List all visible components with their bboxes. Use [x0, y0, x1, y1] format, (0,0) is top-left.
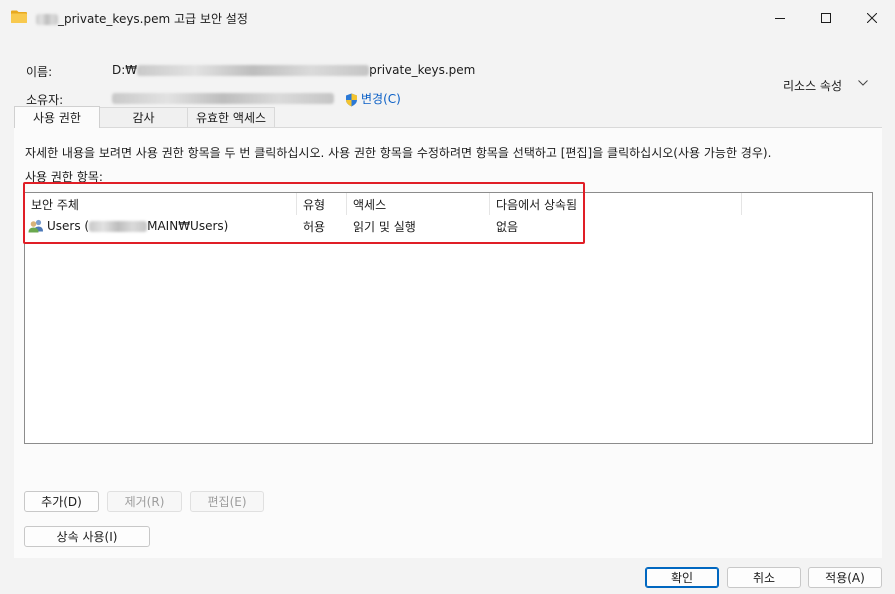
add-button[interactable]: 추가(D) [24, 491, 99, 512]
cancel-button[interactable]: 취소 [727, 567, 801, 588]
change-owner-link[interactable]: 변경(C) [345, 90, 401, 107]
window-title: _private_keys.pem 고급 보안 설정 [36, 10, 248, 27]
minimize-icon [775, 18, 785, 19]
maximize-icon [821, 13, 831, 23]
owner-value [112, 91, 334, 105]
close-icon [867, 13, 877, 23]
redacted-filename [36, 14, 58, 25]
edit-button[interactable]: 편집(E) [190, 491, 264, 512]
name-value: D:₩ private_keys.pem [112, 63, 476, 77]
tab-effective-access[interactable]: 유효한 액세스 [187, 107, 275, 127]
enable-inheritance-button[interactable]: 상속 사용(I) [24, 526, 150, 547]
title-bar: _private_keys.pem 고급 보안 설정 [0, 0, 895, 36]
ok-button[interactable]: 확인 [645, 567, 719, 588]
tab-auditing[interactable]: 감사 [98, 107, 189, 127]
chevron-down-icon[interactable] [858, 80, 868, 86]
close-button[interactable] [849, 0, 895, 36]
folder-icon [11, 10, 27, 23]
apply-button[interactable]: 적용(A) [808, 567, 882, 588]
redacted-path [137, 65, 370, 76]
name-label: 이름: [26, 65, 53, 79]
tab-permissions[interactable]: 사용 권한 [14, 106, 100, 128]
uac-shield-icon [346, 93, 357, 106]
remove-button[interactable]: 제거(R) [107, 491, 182, 512]
description-text: 자세한 내용을 보려면 사용 권한 항목을 두 번 클릭하십시오. 사용 권한 … [25, 146, 772, 160]
redacted-owner [112, 93, 334, 104]
highlight-annotation [23, 182, 585, 244]
resource-properties-toggle[interactable]: 리소스 속성 [783, 77, 842, 94]
maximize-button[interactable] [803, 0, 849, 36]
minimize-button[interactable] [757, 0, 803, 36]
